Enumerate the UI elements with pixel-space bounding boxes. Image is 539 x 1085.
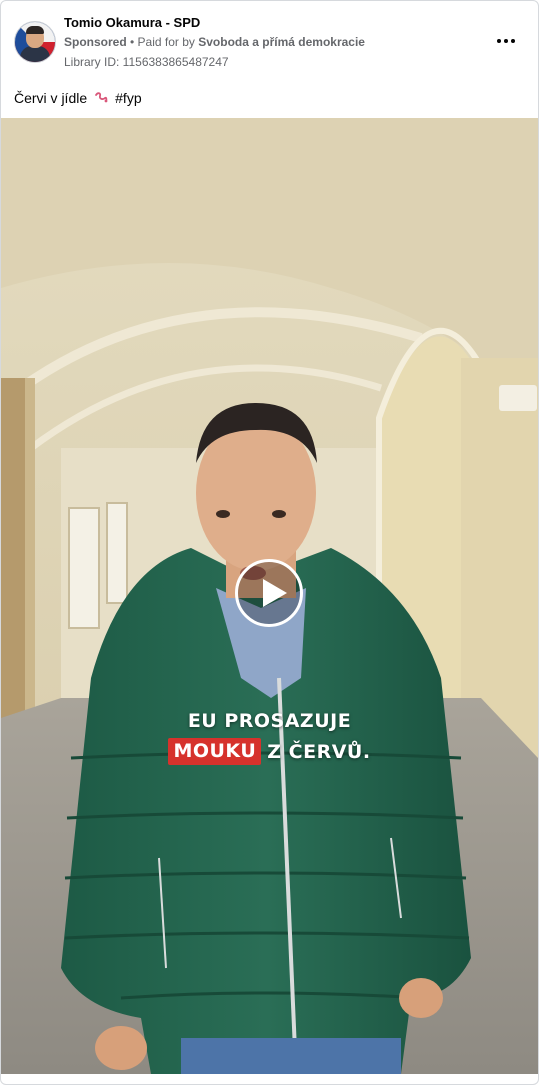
meta-separator: • <box>126 35 138 49</box>
video-overlay-line2: MOUKU Z ČERVŮ. <box>1 738 538 765</box>
post-caption: Červi v jídle #fyp <box>14 90 142 106</box>
overlay-line2-rest: Z ČERVŮ. <box>267 740 371 763</box>
paid-for-prefix: Paid for by <box>137 35 199 49</box>
page-avatar[interactable] <box>14 21 56 63</box>
play-button[interactable] <box>235 559 303 627</box>
sponsorship-line: Sponsored • Paid for by Svoboda a přímá … <box>64 35 365 49</box>
payer-name[interactable]: Svoboda a přímá demokracie <box>198 35 365 49</box>
sponsored-label: Sponsored <box>64 35 127 49</box>
video-player[interactable]: EU PROSAZUJE MOUKU Z ČERVŮ. <box>1 118 538 1074</box>
caption-hashtag[interactable]: #fyp <box>115 90 141 106</box>
play-icon <box>263 579 287 607</box>
ad-card: Tomio Okamura - SPD Sponsored • Paid for… <box>0 0 539 1085</box>
caption-text: Červi v jídle <box>14 90 88 106</box>
overlay-highlight: MOUKU <box>168 738 262 765</box>
video-overlay-line1: EU PROSAZUJE <box>187 710 352 732</box>
library-id: Library ID: 1156383865487247 <box>64 55 229 69</box>
page-name[interactable]: Tomio Okamura - SPD <box>64 15 200 30</box>
post-header: Tomio Okamura - SPD Sponsored • Paid for… <box>1 1 538 116</box>
more-options-icon[interactable] <box>491 29 521 53</box>
worm-emoji-icon <box>95 92 108 103</box>
